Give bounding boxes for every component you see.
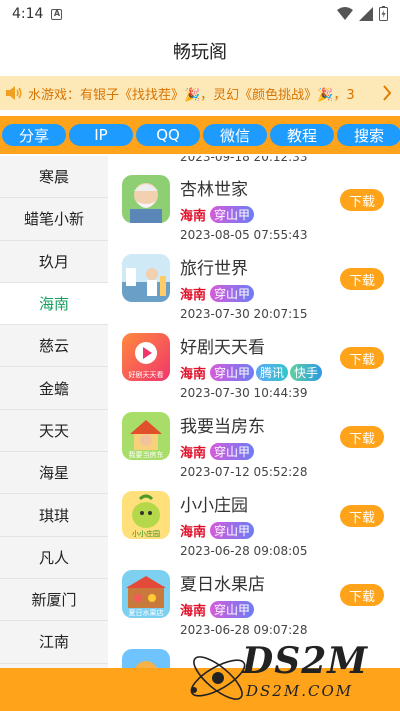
tab-wechat[interactable]: 微信 — [203, 124, 267, 146]
sidebar-item[interactable]: 寒晨 — [0, 156, 108, 199]
download-button[interactable]: 下载 — [340, 189, 384, 211]
sidebar-item[interactable]: 蜡笔小新 — [0, 198, 108, 241]
game-icon[interactable]: 夏日水果店 — [122, 570, 170, 618]
status-bar: 4:14 A — [0, 0, 400, 28]
region-label: 海南 — [180, 446, 207, 461]
game-date: 2023-07-12 05:52:28 — [180, 465, 308, 479]
game-icon[interactable] — [122, 175, 170, 223]
sidebar: 寒晨 蜡笔小新 玖月 海南 慈云 金蟾 天天 海星 琪琪 凡人 新厦门 江南 — [0, 156, 108, 668]
status-time: 4:14 — [12, 6, 44, 22]
battery-icon — [379, 6, 388, 21]
tag-badge: 穿山甲 — [210, 443, 255, 460]
game-date: 2023-06-28 09:07:28 — [180, 623, 308, 637]
sidebar-item[interactable]: 天天 — [0, 409, 108, 453]
game-list[interactable]: 2023-09-18 20:12:33 杏林世家 海南 穿山甲 2023-08-… — [108, 156, 400, 711]
app-title-bar: 畅玩阁 — [0, 28, 400, 74]
tab-search[interactable]: 搜索 — [337, 124, 400, 146]
tab-ip[interactable]: IP — [69, 124, 133, 146]
game-name: 我要当房东 — [180, 417, 265, 437]
atom-icon — [190, 656, 246, 700]
wifi-icon — [337, 6, 353, 20]
game-name: 旅行世界 — [180, 259, 248, 279]
app-title: 畅玩阁 — [173, 42, 227, 63]
game-tags: 海南 穿山甲 — [180, 284, 255, 303]
game-tags: 海南 穿山甲 — [180, 205, 255, 224]
thumb-label: 夏日水果店 — [129, 608, 164, 617]
download-button[interactable]: 下载 — [340, 268, 384, 290]
download-button[interactable]: 下载 — [340, 584, 384, 606]
game-name: 夏日水果店 — [180, 575, 265, 595]
thumb-label: 好剧天天看 — [129, 370, 164, 379]
game-row[interactable]: 小小庄园 小小庄园 海南 穿山甲 2023-06-28 09:08:05 下载 — [108, 481, 400, 560]
game-name: 杏林世家 — [180, 180, 248, 200]
chevron-right-icon[interactable] — [374, 76, 400, 110]
download-button[interactable]: 下载 — [340, 505, 384, 527]
download-button[interactable]: 下载 — [340, 347, 384, 369]
game-row[interactable]: 好剧天天看 好剧天天看 海南 穿山甲 腾讯 快手 2023-07-30 10:4… — [108, 323, 400, 402]
region-label: 海南 — [180, 209, 207, 224]
category-tabs: 分享 IP QQ 微信 教程 搜索 — [0, 116, 400, 154]
game-date: 2023-06-28 09:08:05 — [180, 544, 308, 558]
thumb-label: 小小庄园 — [132, 529, 160, 538]
game-name: 小小庄园 — [180, 496, 248, 516]
tab-qq[interactable]: QQ — [136, 124, 200, 146]
game-icon[interactable] — [122, 254, 170, 302]
game-icon[interactable]: 好剧天天看 — [122, 333, 170, 381]
game-icon[interactable]: 我要当房东 — [122, 412, 170, 460]
game-date: 2023-07-30 20:07:15 — [180, 307, 308, 321]
notice-text: 水游戏：有银子《找找茬》🎉，灵幻《颜色挑战》🎉，3 — [28, 87, 355, 103]
status-icons — [337, 6, 388, 21]
watermark-logo: DS2M DS2M.COM — [180, 640, 400, 711]
tag-badge: 穿山甲 — [210, 206, 255, 223]
game-row[interactable]: 我要当房东 我要当房东 海南 穿山甲 2023-07-12 05:52:28 下… — [108, 402, 400, 481]
tab-share[interactable]: 分享 — [2, 124, 66, 146]
tag-badge: 穿山甲 — [210, 364, 255, 381]
game-icon[interactable]: 小小庄园 — [122, 491, 170, 539]
download-button[interactable]: 下载 — [340, 426, 384, 448]
region-label: 海南 — [180, 367, 207, 382]
region-label: 海南 — [180, 604, 207, 619]
sidebar-item[interactable]: 玖月 — [0, 240, 108, 283]
tag-badge: 快手 — [290, 364, 323, 381]
game-row[interactable]: 旅行世界 海南 穿山甲 2023-07-30 20:07:15 下载 — [108, 244, 400, 323]
sidebar-item[interactable]: 慈云 — [0, 325, 108, 368]
sidebar-item[interactable]: 海星 — [0, 452, 108, 495]
sidebar-item[interactable]: 琪琪 — [0, 494, 108, 537]
notice-marquee[interactable]: 水游戏：有银子《找找茬》🎉，灵幻《颜色挑战》🎉，3 — [0, 76, 400, 110]
tab-tutorial[interactable]: 教程 — [270, 124, 334, 146]
game-tags: 海南 穿山甲 — [180, 600, 255, 619]
tag-badge: 穿山甲 — [210, 601, 255, 618]
sidebar-item[interactable]: 新厦门 — [0, 578, 108, 622]
sidebar-item-active[interactable]: 海南 — [0, 282, 108, 326]
game-row[interactable]: 夏日水果店 夏日水果店 海南 穿山甲 2023-06-28 09:07:28 下… — [108, 560, 400, 639]
thumb-label: 我要当房东 — [129, 450, 164, 459]
tag-badge: 腾讯 — [256, 364, 289, 381]
game-date: 2023-08-05 07:55:43 — [180, 228, 308, 242]
game-date: 2023-07-30 10:44:39 — [180, 386, 308, 400]
notification-icon: A — [51, 8, 63, 20]
watermark-url: DS2M.COM — [246, 682, 354, 700]
game-tags: 海南 穿山甲 腾讯 快手 — [180, 363, 323, 382]
sidebar-item[interactable]: 江南 — [0, 621, 108, 664]
speaker-icon — [0, 76, 28, 110]
region-label: 海南 — [180, 288, 207, 303]
game-name: 好剧天天看 — [180, 338, 265, 358]
signal-icon — [359, 6, 373, 21]
sidebar-item[interactable]: 凡人 — [0, 536, 108, 579]
tag-badge: 穿山甲 — [210, 285, 255, 302]
tag-badge: 穿山甲 — [210, 522, 255, 539]
game-row[interactable]: 杏林世家 海南 穿山甲 2023-08-05 07:55:43 下载 — [108, 165, 400, 244]
partial-date: 2023-09-18 20:12:33 — [180, 156, 308, 164]
game-tags: 海南 穿山甲 — [180, 521, 255, 540]
sidebar-item[interactable]: 金蟾 — [0, 367, 108, 410]
region-label: 海南 — [180, 525, 207, 540]
watermark-text: DS2M — [242, 640, 369, 682]
game-tags: 海南 穿山甲 — [180, 442, 255, 461]
